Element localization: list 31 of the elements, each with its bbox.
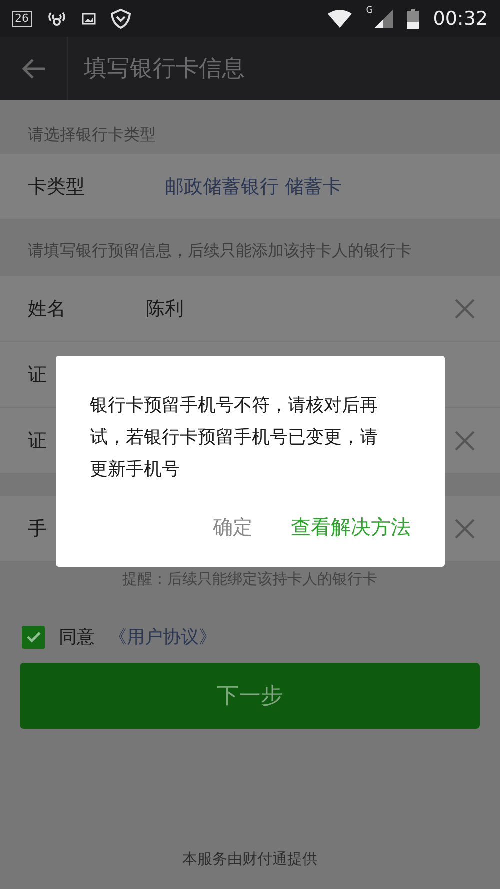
agree-checkbox[interactable] xyxy=(22,626,45,648)
field-label: 证 xyxy=(28,428,47,454)
page-title: 填写银行卡信息 xyxy=(84,55,245,84)
notification-count: 26 xyxy=(12,10,32,26)
field-label: 姓名 xyxy=(28,296,66,322)
image-icon xyxy=(82,12,96,24)
field-label: 证 xyxy=(28,362,47,388)
solution-button[interactable]: 查看解决方法 xyxy=(291,514,411,541)
confirm-button[interactable]: 确定 xyxy=(213,514,253,541)
network-type: G xyxy=(366,6,374,16)
dialog-message: 银行卡预留手机号不符，请核对后再试，若银行卡预留手机号已变更，请更新手机号 xyxy=(90,394,379,482)
shield-icon xyxy=(110,8,132,30)
clear-icon[interactable] xyxy=(454,518,476,540)
clear-icon[interactable] xyxy=(454,430,476,452)
field-label: 手 xyxy=(28,516,47,542)
card-type-value: 邮政储蓄银行 储蓄卡 xyxy=(165,174,344,200)
field-value: 陈利 xyxy=(146,296,185,322)
card-type-row[interactable]: 卡类型 邮政储蓄银行 储蓄卡 xyxy=(0,154,500,220)
form-row[interactable]: 姓名 陈利 xyxy=(0,276,500,342)
field-label: 卡类型 xyxy=(28,174,85,200)
footer-text: 本服务由财付通提供 xyxy=(182,850,318,869)
clear-icon[interactable] xyxy=(454,298,476,320)
next-step-button[interactable]: 下一步 xyxy=(20,663,480,729)
battery-icon xyxy=(407,8,420,28)
clock-time: 00:32 xyxy=(433,8,488,30)
agree-label: 同意 xyxy=(59,626,95,649)
back-arrow-icon xyxy=(22,58,46,80)
signal-icon xyxy=(375,10,394,28)
user-agreement-link[interactable]: 《用户协议》 xyxy=(109,625,217,649)
wifi-icon xyxy=(328,10,352,28)
check-icon xyxy=(26,631,42,643)
